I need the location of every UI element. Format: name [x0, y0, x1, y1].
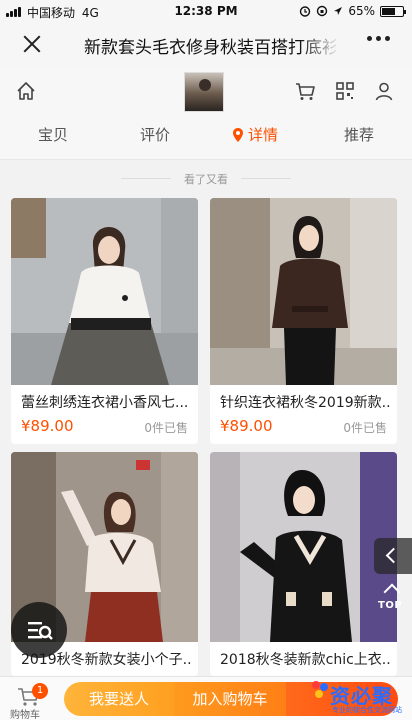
back-to-top-button[interactable]: TOP [376, 582, 410, 616]
cart-icon[interactable] [294, 80, 316, 102]
product-photo [210, 452, 397, 642]
product-name[interactable]: 蕾丝刺绣连衣裙小香风七... [21, 392, 191, 412]
cart-tab[interactable]: 1 购物车 [10, 681, 48, 720]
qr-icon[interactable] [334, 80, 356, 102]
product-card[interactable]: 针织连衣裙秋冬2019新款... ¥89.00 0件已售 [210, 198, 397, 444]
rotation-lock-icon [317, 5, 328, 17]
status-bar: 中国移动 4G 12:38 PM 65% [0, 0, 412, 22]
product-name[interactable]: 针织连衣裙秋冬2019新款... [220, 392, 390, 412]
cart-badge: 1 [32, 683, 48, 699]
product-image[interactable] [11, 198, 198, 385]
battery-fill [382, 7, 395, 15]
cart-tab-label: 购物车 [10, 710, 40, 720]
user-icon[interactable] [373, 80, 395, 102]
location-pin-icon [233, 127, 243, 142]
tab-details-label: 详情 [248, 126, 279, 144]
filter-button[interactable] [11, 602, 67, 658]
more-icon[interactable] [367, 36, 390, 41]
arrow-up-icon [383, 583, 401, 601]
filter-icon [28, 622, 53, 640]
alarm-icon [300, 6, 311, 17]
shop-header: 宝贝 评价 详情 推荐 [0, 66, 412, 160]
title-fade [300, 30, 340, 58]
nav-bar: 新款套头毛衣修身秋装百搭打底衫 [0, 22, 412, 66]
location-icon [334, 7, 343, 15]
add-to-cart-button[interactable]: 加入购物车 [174, 682, 286, 716]
chevron-left-icon[interactable] [374, 538, 412, 574]
close-icon[interactable] [20, 32, 44, 56]
product-card[interactable]: 蕾丝刺绣连衣裙小香风七... ¥89.00 0件已售 [11, 198, 198, 444]
page-title: 新款套头毛衣修身秋装百搭打底衫 [84, 38, 336, 58]
battery-icon [380, 5, 406, 17]
product-image[interactable] [210, 452, 397, 642]
tab-items[interactable]: 宝贝 [38, 124, 68, 145]
product-photo [11, 198, 198, 385]
home-icon[interactable] [15, 80, 37, 102]
product-price: ¥89.00 [21, 417, 74, 435]
watermark-subtitle: 专业的综合性交流网站 [332, 706, 402, 714]
product-sold-count: 0件已售 [144, 421, 188, 435]
tab-recommend[interactable]: 推荐 [344, 124, 374, 145]
tab-details[interactable]: 详情 [232, 124, 278, 145]
watermark-logo [312, 681, 328, 698]
product-card[interactable]: 2018秋冬装新款chic上衣... [210, 452, 397, 676]
gift-button[interactable]: 我要送人 [64, 682, 174, 716]
product-image[interactable] [210, 198, 397, 385]
tab-bar: 宝贝 评价 详情 推荐 [0, 122, 412, 152]
product-name[interactable]: 2018秋冬装新款chic上衣... [220, 649, 390, 669]
battery-percent: 65% [348, 4, 375, 18]
product-price: ¥89.00 [220, 417, 273, 435]
product-sold-count: 0件已售 [343, 421, 387, 435]
tab-reviews[interactable]: 评价 [140, 124, 170, 145]
back-to-top-label: TOP [378, 600, 403, 611]
product-thumbnail[interactable] [184, 72, 224, 112]
product-photo [210, 198, 397, 385]
section-label: 看了又看 [0, 171, 412, 187]
